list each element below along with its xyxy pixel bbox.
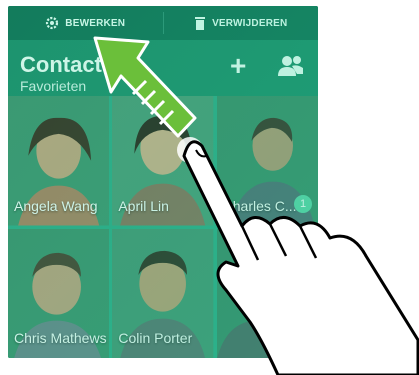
pointing-hand-icon [182,140,419,375]
gesture-layer [93,36,419,375]
drag-arrow-icon [93,36,203,163]
